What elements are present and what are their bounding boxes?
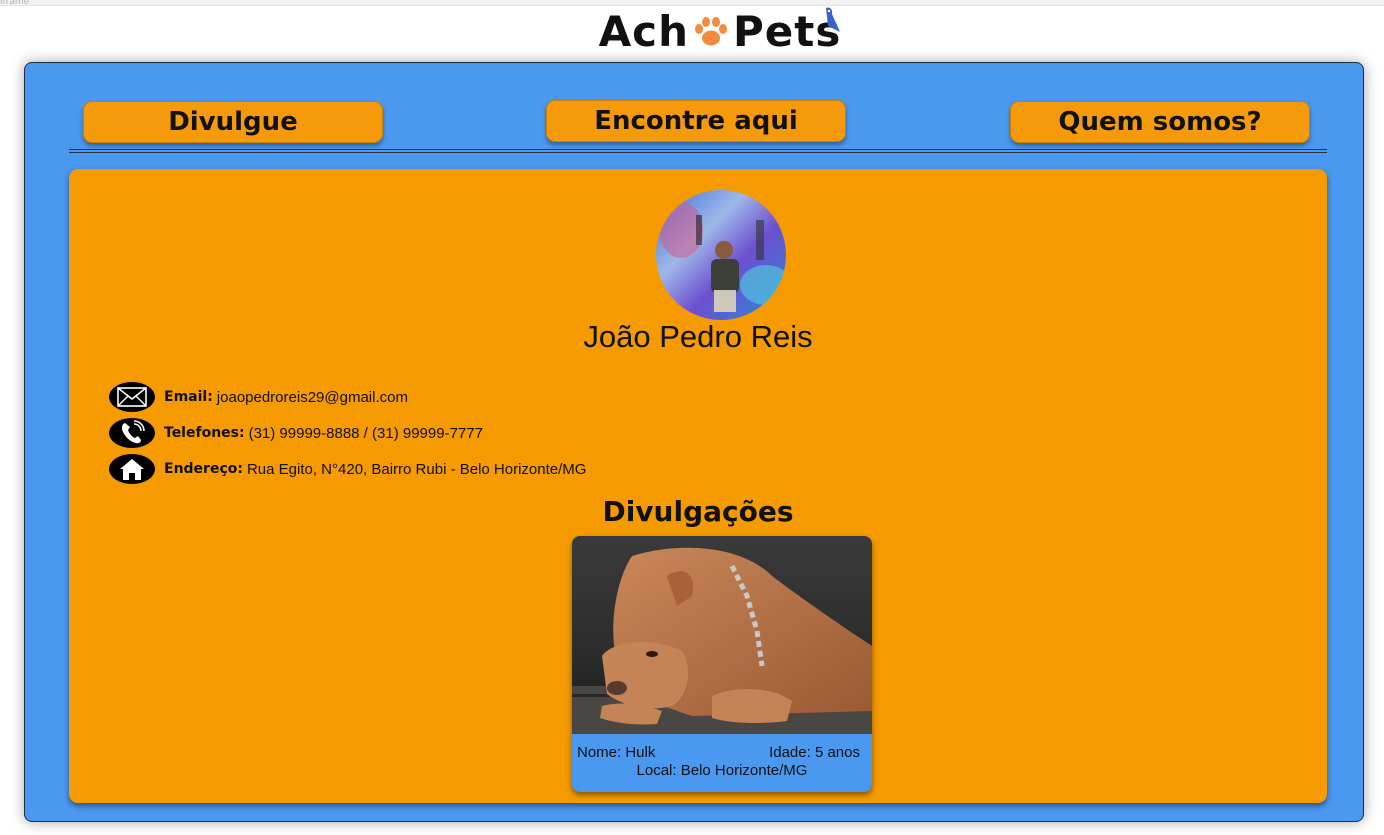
contact-email-value[interactable]: joaopedroreis29@gmail.com (217, 389, 408, 406)
pet-card[interactable]: Nome: Hulk Idade: 5 anos Local: Belo Hor… (572, 536, 872, 792)
pet-photo (572, 536, 872, 734)
main-frame: Divulgue Encontre aqui Quem somos? João … (24, 62, 1364, 822)
envelope-icon (109, 382, 155, 412)
nav-button-divulgue[interactable]: Divulgue (83, 101, 383, 143)
nav-button-encontre-aqui[interactable]: Encontre aqui (546, 100, 846, 142)
pet-location: Local: Belo Horizonte/MG (636, 762, 808, 779)
nav-button-quem-somos[interactable]: Quem somos? (1010, 101, 1310, 143)
contact-phone-row: Telefones: (31) 99999-8888 / (31) 99999-… (109, 418, 483, 448)
contact-email-label: Email: (164, 389, 213, 405)
posts-section-title: Divulgações (602, 495, 794, 528)
site-logo[interactable]: Ach Pets (560, 6, 880, 56)
home-icon (109, 454, 155, 484)
contact-address-label: Endereço: (164, 461, 243, 477)
bird-icon (826, 7, 840, 32)
contact-address-row: Endereço: Rua Egito, N°420, Bairro Rubi … (109, 454, 586, 484)
paw-icon (694, 17, 727, 46)
phone-icon (109, 418, 155, 448)
contact-phone-label: Telefones: (164, 425, 245, 441)
pet-info: Nome: Hulk Idade: 5 anos Local: Belo Hor… (572, 734, 872, 792)
pet-name: Nome: Hulk (577, 744, 656, 761)
profile-avatar (656, 190, 786, 320)
contact-phone-value[interactable]: (31) 99999-8888 / (31) 99999-7777 (249, 425, 483, 442)
logo-text-left: Ach (598, 6, 689, 56)
pet-age: Idade: 5 anos (769, 744, 860, 761)
frame-label: iframe (0, 0, 30, 7)
contact-address-value: Rua Egito, N°420, Bairro Rubi - Belo Hor… (246, 460, 587, 478)
logo-text: Ach Pets (599, 7, 842, 56)
contact-email-row: Email: joaopedroreis29@gmail.com (109, 382, 408, 412)
profile-content-panel: João Pedro Reis Email: joaopedroreis29@g… (69, 169, 1327, 803)
nav-divider (69, 149, 1327, 153)
profile-name: João Pedro Reis (583, 319, 813, 354)
